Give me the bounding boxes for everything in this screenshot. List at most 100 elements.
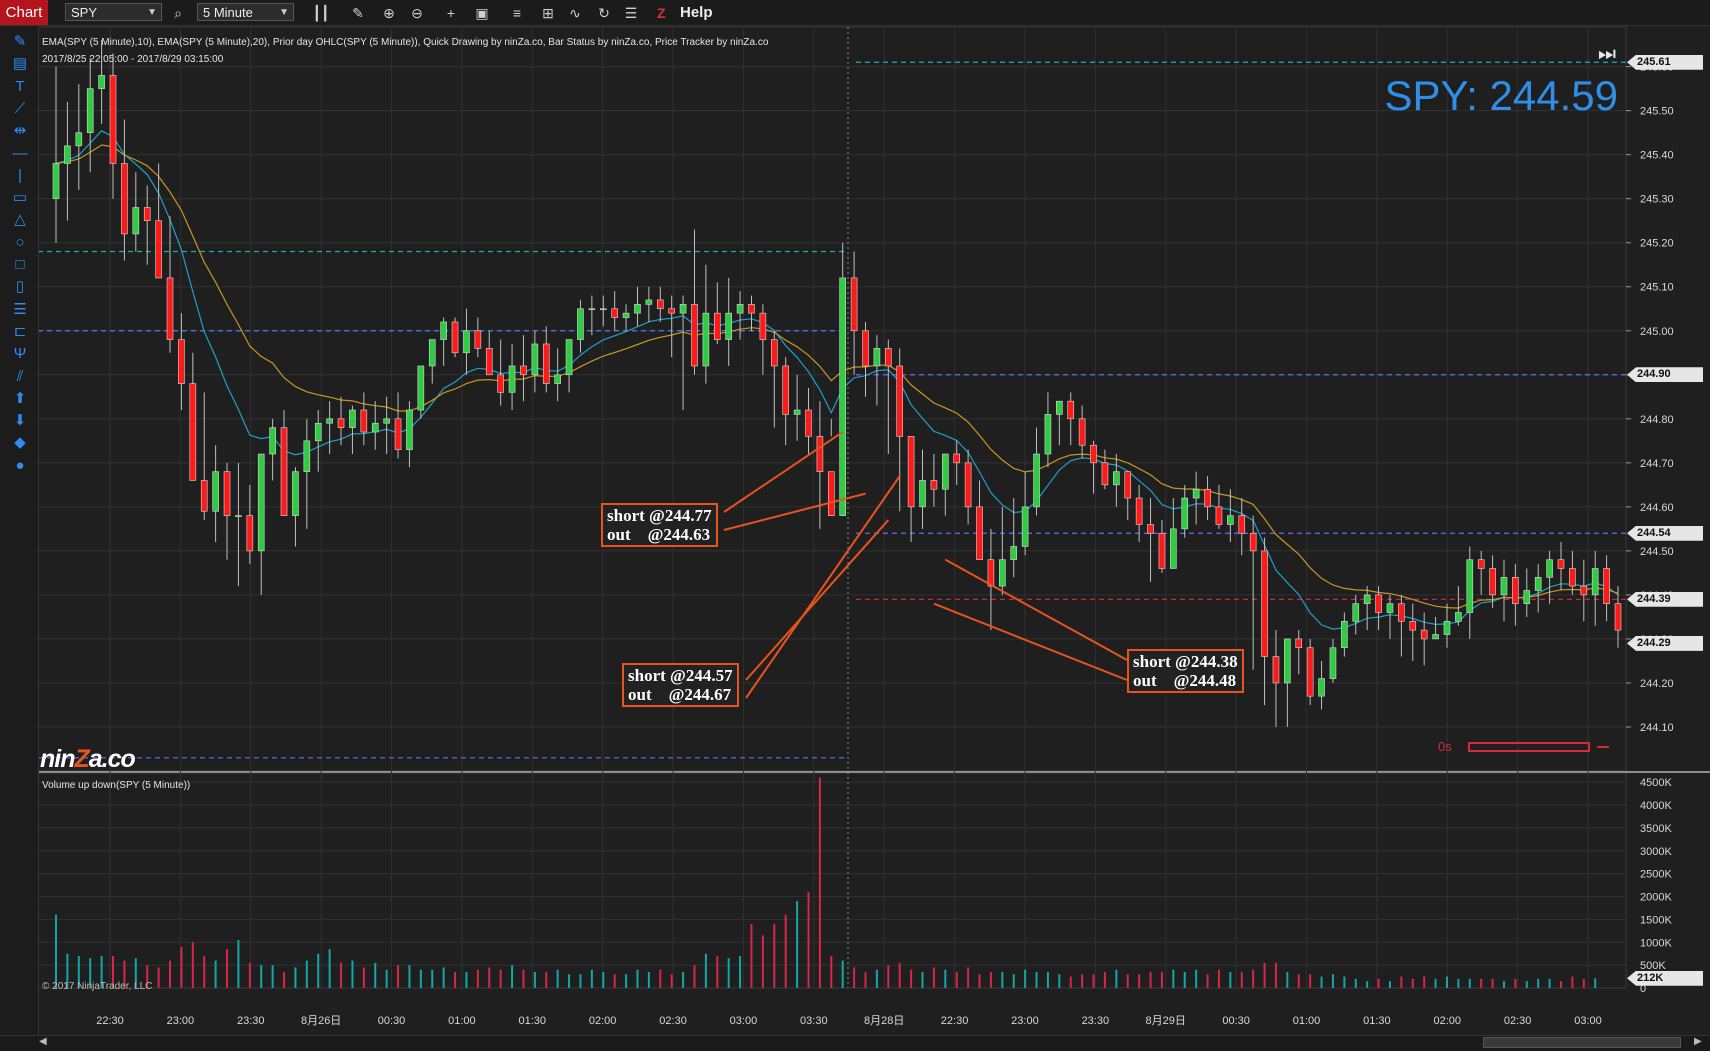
candle-up — [1591, 568, 1599, 596]
indicators-icon[interactable]: ⊞ — [538, 3, 558, 23]
x-tick-label: 23:00 — [1011, 1015, 1039, 1027]
crosshair-icon[interactable]: + — [441, 3, 461, 23]
candle-down — [1101, 462, 1109, 486]
vertical-line-icon[interactable]: | — [9, 166, 31, 186]
candle-up — [269, 427, 276, 455]
candle-up — [839, 277, 847, 516]
chart-trader-icon[interactable]: ∿ — [565, 3, 585, 23]
volume-axis-label: 212K — [1627, 970, 1703, 986]
extended-line-icon[interactable]: ⇹ — [9, 121, 31, 141]
volume-tick-label: 4000K — [1640, 800, 1672, 812]
arrow-down-icon[interactable]: ⬇ — [9, 411, 31, 431]
chart-canvas[interactable]: 245.60245.50245.40245.30245.20245.10245.… — [0, 0, 1710, 1050]
candle-up — [1033, 453, 1040, 508]
candle-up — [588, 308, 596, 311]
volume-tick-label: 4500K — [1640, 777, 1672, 789]
text-icon[interactable]: T — [9, 77, 31, 97]
price-axis-label: 244.39 — [1627, 591, 1703, 607]
trade-note-3[interactable]: short @244.38 out @244.48 — [1127, 649, 1244, 693]
candle-down — [360, 409, 368, 433]
candle-up — [349, 409, 356, 428]
candle-down — [1204, 488, 1211, 508]
scroll-right-icon[interactable]: ▶ — [1694, 1036, 1702, 1047]
strategies-icon[interactable]: ≡ — [507, 3, 527, 23]
triangle-icon[interactable]: △ — [9, 210, 31, 230]
help-menu[interactable]: Help — [680, 3, 713, 23]
y-tick-label: 245.30 — [1640, 194, 1674, 206]
x-tick-label: 00:30 — [1222, 1015, 1250, 1027]
trade-connector-line — [933, 602, 1128, 681]
x-tick-label: 23:30 — [237, 1015, 265, 1027]
candle-down — [1306, 647, 1314, 697]
candle-down — [189, 383, 197, 481]
candle-up — [383, 418, 390, 424]
candle-up — [1386, 603, 1394, 613]
candle-up — [75, 132, 83, 147]
y-tick-label: 244.50 — [1640, 546, 1674, 558]
y-tick-label: 245.20 — [1640, 238, 1674, 250]
x-tick-label: 03:00 — [1574, 1015, 1602, 1027]
square-icon[interactable]: □ — [9, 255, 31, 275]
interval-selector[interactable]: 5 Minute ▼ — [197, 3, 294, 21]
ninza-z-icon[interactable]: Z — [657, 3, 666, 23]
horizontal-line-icon[interactable]: — — [9, 144, 31, 164]
region-icon[interactable]: ▯ — [9, 277, 31, 297]
zoom-out-icon[interactable]: ⊖ — [407, 3, 427, 23]
candle-down — [816, 436, 824, 472]
refresh-icon[interactable]: ↻ — [594, 3, 614, 23]
time-cycles-icon[interactable]: ⊏ — [9, 322, 31, 342]
properties-icon[interactable]: ☰ — [621, 3, 641, 23]
candle-down — [713, 312, 721, 340]
diamond-icon[interactable]: ◆ — [9, 433, 31, 453]
candle-up — [1284, 638, 1291, 684]
candle-down — [1067, 400, 1075, 420]
instrument-selector[interactable]: SPY ▼ — [65, 3, 162, 21]
trade-note-1[interactable]: short @244.77 out @244.63 — [601, 503, 718, 547]
candle-down — [770, 339, 778, 367]
candle-down — [1409, 621, 1417, 631]
candle-down — [896, 365, 904, 437]
pitchfork-icon[interactable]: Ψ — [9, 344, 31, 364]
tab-chart[interactable]: Chart — [0, 0, 48, 25]
candle-up — [1113, 471, 1120, 486]
ruler-icon[interactable]: ▤ — [9, 54, 31, 74]
candle-up — [86, 88, 94, 133]
candle-up — [1500, 576, 1508, 596]
price-axis-label: 244.54 — [1627, 525, 1703, 541]
trend-channel-icon[interactable]: ⫽ — [9, 367, 31, 387]
bar-style-icon[interactable]: ┃┃ — [311, 3, 331, 23]
price-axis-label: 245.61 — [1627, 54, 1703, 70]
candle-down — [1147, 524, 1154, 534]
line-icon[interactable]: ⟋ — [9, 99, 31, 119]
scroll-left-icon[interactable]: ◀ — [39, 1036, 47, 1047]
zoom-in-icon[interactable]: ⊕ — [379, 3, 399, 23]
trade-note-2[interactable]: short @244.57 out @244.67 — [622, 663, 739, 707]
candle-up — [132, 207, 140, 235]
candle-down — [1512, 576, 1519, 605]
candle-up — [1056, 400, 1063, 415]
candle-down — [223, 471, 231, 516]
dot-icon[interactable]: ● — [9, 456, 31, 476]
candle-down — [166, 277, 174, 340]
ninza-logo: ninZa.co — [40, 745, 136, 773]
fib-icon[interactable]: ☰ — [9, 300, 31, 320]
search-icon[interactable]: ⌕ — [168, 3, 188, 23]
candle-down — [337, 418, 345, 428]
scroll-to-end-icon[interactable]: ⏭ — [1598, 42, 1618, 66]
candle-down — [1569, 568, 1576, 587]
pencil-icon[interactable]: ✎ — [9, 32, 31, 52]
scrollbar-thumb[interactable] — [1483, 1037, 1681, 1048]
x-tick-label: 23:30 — [1082, 1015, 1110, 1027]
rectangle-icon[interactable]: ▭ — [9, 188, 31, 208]
horizontal-scrollbar[interactable] — [0, 1035, 1710, 1051]
volume-tick-label: 1000K — [1640, 937, 1672, 949]
pencil-icon[interactable]: ✎ — [348, 3, 368, 23]
candle-up — [235, 515, 242, 517]
candle-up — [1363, 594, 1371, 605]
candle-up — [554, 374, 561, 384]
candle-up — [1546, 559, 1553, 578]
ellipse-icon[interactable]: ○ — [9, 233, 31, 253]
data-box-icon[interactable]: ▣ — [472, 3, 492, 23]
y-tick-label: 244.10 — [1640, 722, 1674, 734]
arrow-up-icon[interactable]: ⬆ — [9, 389, 31, 409]
